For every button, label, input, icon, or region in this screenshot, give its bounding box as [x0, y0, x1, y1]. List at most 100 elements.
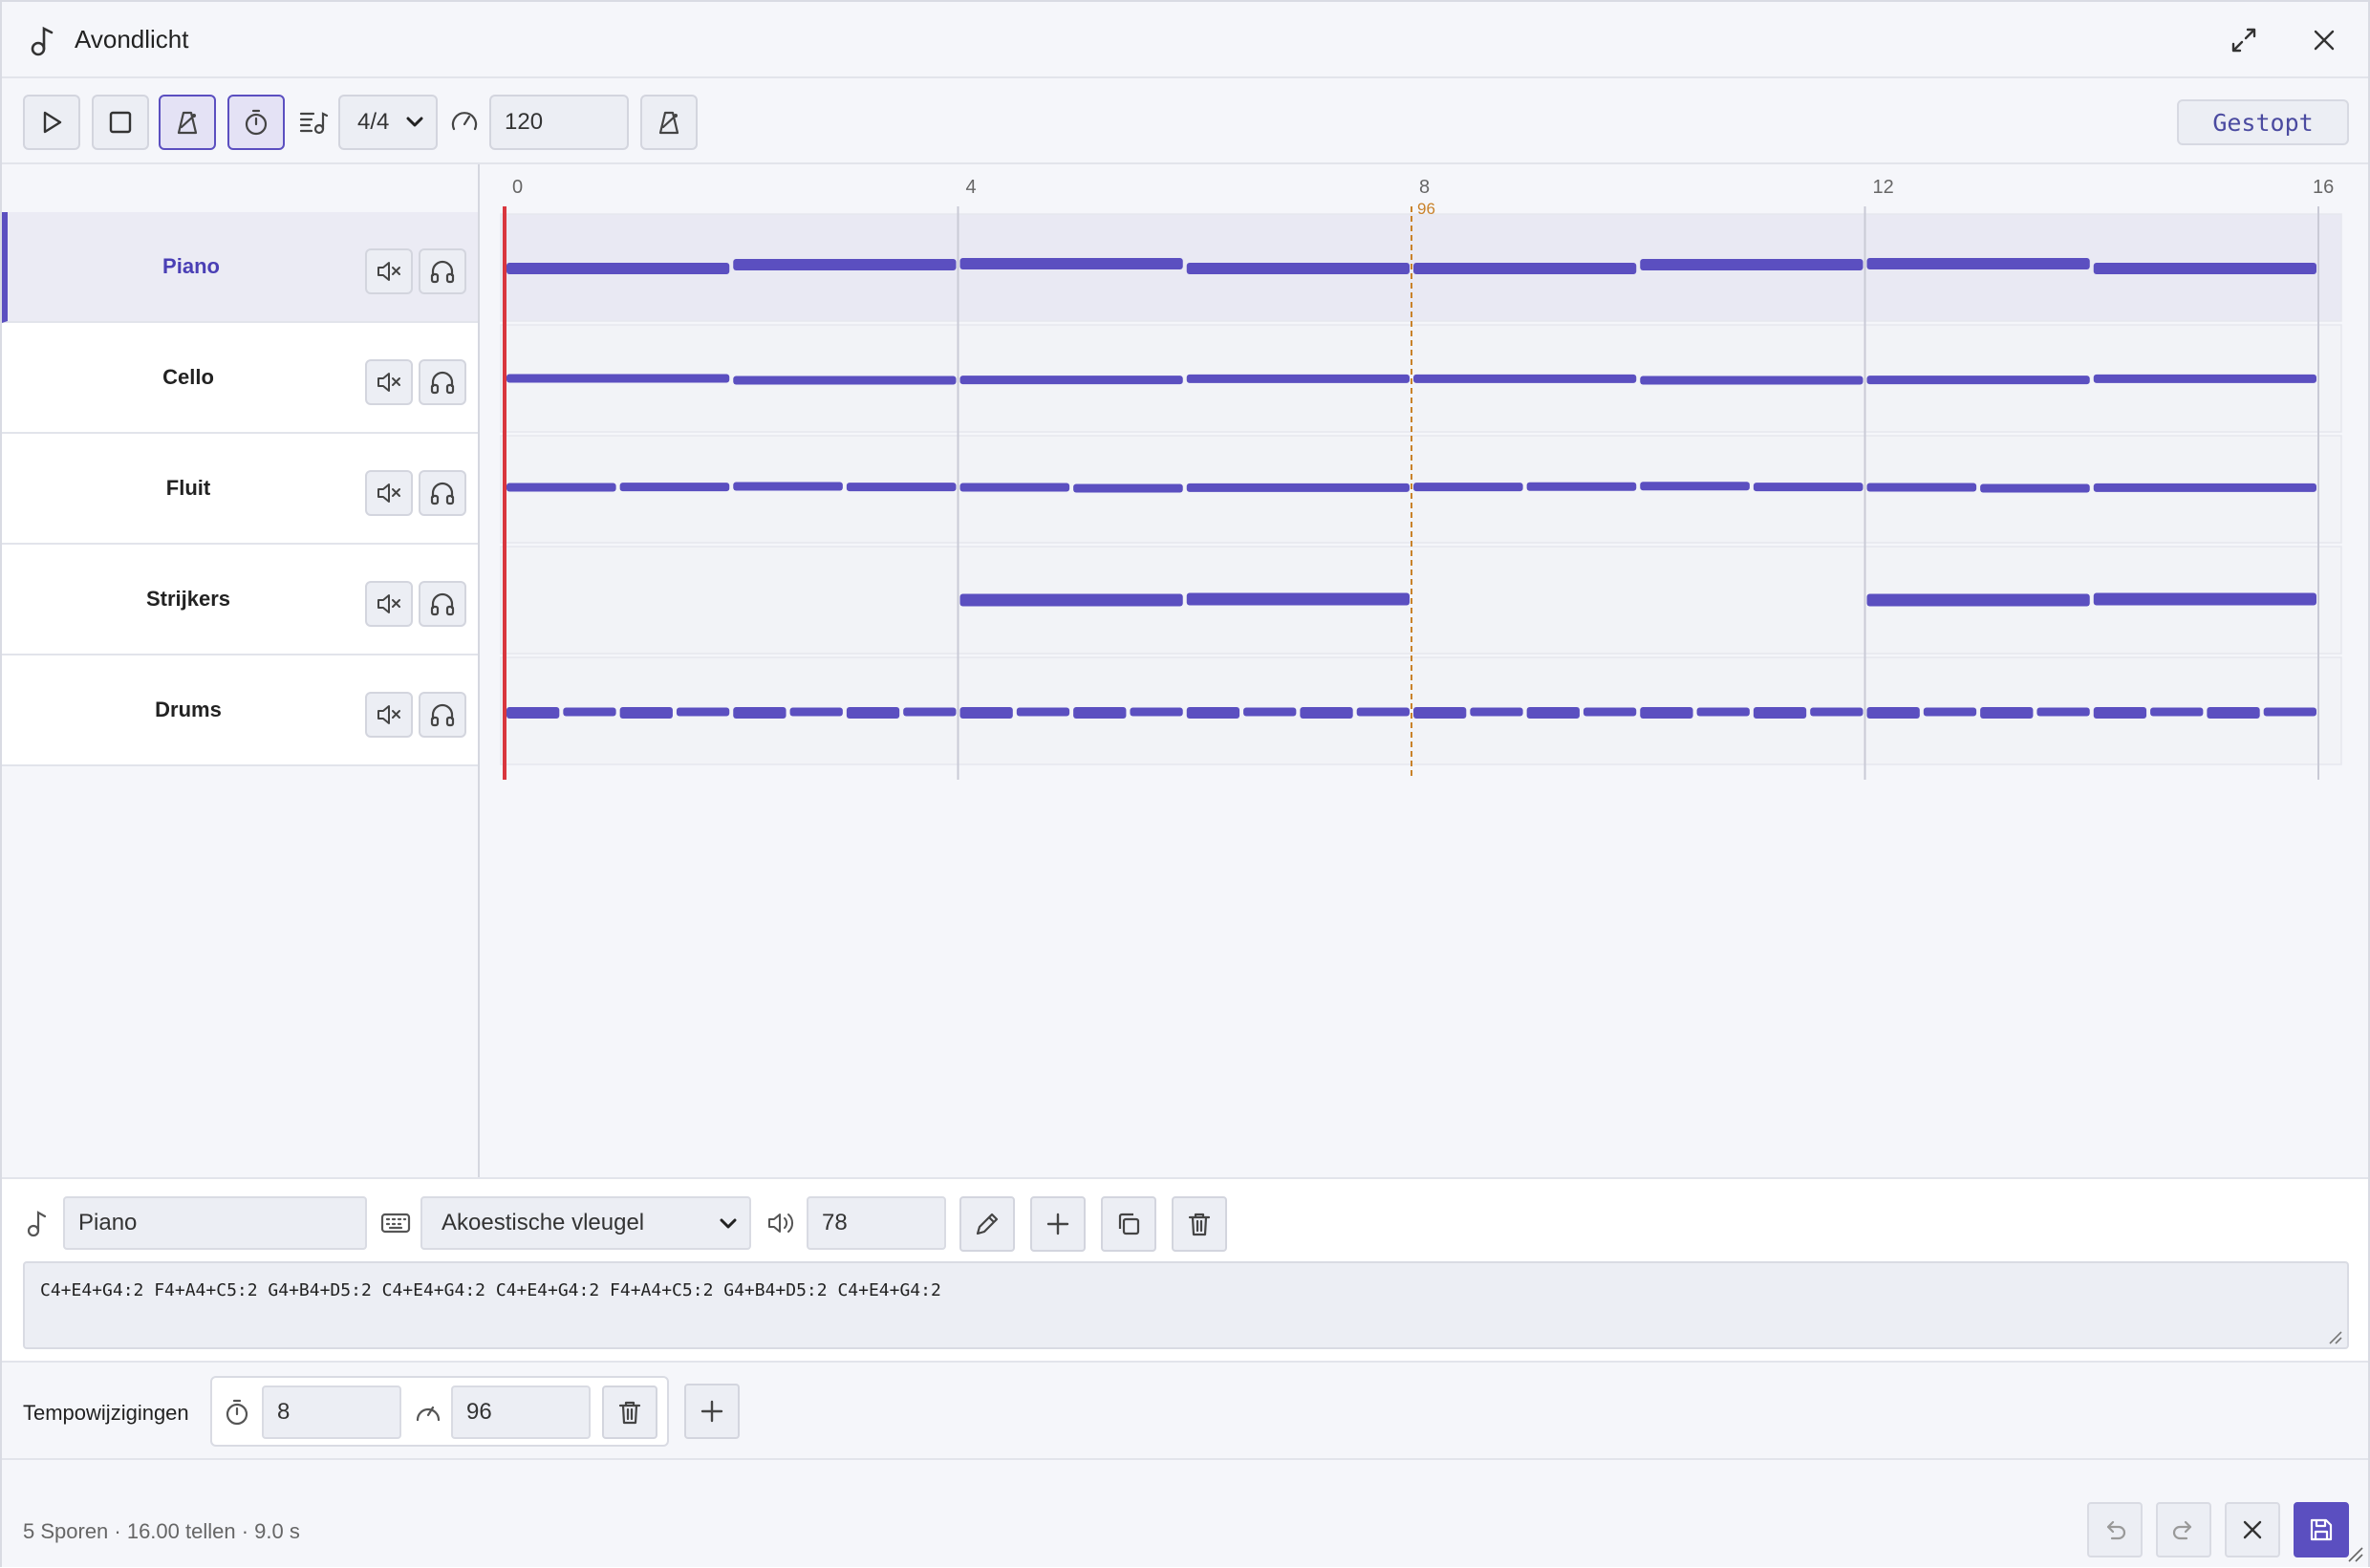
track-editor: Piano Akoestische vleugel 78 C4+E4+G4:2 …: [2, 1177, 2368, 1361]
redo-button[interactable]: [2156, 1502, 2211, 1557]
timeline[interactable]: 0 4 8 12 16 96: [482, 164, 2368, 1177]
footer: 5 Sporen · 16.00 tellen · 9.0 s: [2, 1493, 2368, 1567]
track-row-piano[interactable]: Piano: [2, 212, 478, 323]
track-row-drums[interactable]: Drums: [2, 655, 478, 766]
save-button[interactable]: [2294, 1502, 2349, 1557]
track-name: Drums: [155, 698, 222, 721]
note-clip: [1866, 258, 2090, 269]
note-clip: [1866, 483, 1977, 492]
note-clip: [2093, 263, 2316, 274]
volume-icon: [763, 1204, 801, 1242]
note-clip: [506, 483, 616, 492]
volume-input[interactable]: 78: [807, 1196, 946, 1250]
note-clip: [2150, 707, 2204, 717]
note-clip: [959, 707, 1013, 719]
note-clip: [733, 482, 843, 491]
tempo-change-bpm-input[interactable]: 96: [451, 1385, 591, 1439]
playback-status-badge: Gestopt: [2177, 99, 2349, 145]
delete-track-button[interactable]: [1172, 1196, 1227, 1252]
note-clip: [903, 707, 957, 717]
add-track-button[interactable]: [1030, 1196, 1086, 1252]
track-row-cello[interactable]: Cello: [2, 323, 478, 434]
chevron-down-icon: [717, 1212, 740, 1241]
note-clip: [2093, 707, 2147, 719]
stop-button[interactable]: [92, 95, 149, 150]
note-clip: [2093, 374, 2316, 383]
note-clip: [1356, 707, 1410, 717]
note-clip: [959, 483, 1070, 492]
undo-button[interactable]: [2087, 1502, 2143, 1557]
note-clip: [1753, 707, 1807, 719]
note-clip: [506, 707, 560, 719]
note-clip: [1583, 707, 1637, 717]
note-clip: [1526, 482, 1637, 491]
duplicate-track-button[interactable]: [1101, 1196, 1156, 1252]
delete-tempo-change-button[interactable]: [602, 1385, 657, 1439]
headphones-icon: [430, 592, 455, 616]
note-clip: [1186, 592, 1410, 606]
mute-button[interactable]: [365, 692, 413, 738]
track-row-fluit[interactable]: Fluit: [2, 434, 478, 545]
note-clip: [1016, 707, 1070, 717]
metronome-settings-button[interactable]: [640, 95, 698, 150]
metronome-toggle[interactable]: [159, 95, 216, 150]
pencil-icon: [976, 1213, 999, 1235]
window-title: Avondlicht: [75, 25, 189, 54]
mute-button[interactable]: [365, 470, 413, 516]
note-clip: [619, 483, 730, 492]
play-button[interactable]: [23, 95, 80, 150]
headphones-icon: [430, 260, 455, 284]
cancel-button[interactable]: [2225, 1502, 2280, 1557]
timeline-canvas[interactable]: 0 4 8 12 16 96: [482, 164, 2368, 1177]
solo-button[interactable]: [419, 581, 466, 627]
instrument-select[interactable]: Akoestische vleugel: [420, 1196, 751, 1250]
mute-button[interactable]: [365, 581, 413, 627]
window-resize-grip-icon[interactable]: [2345, 1544, 2364, 1568]
mute-button[interactable]: [365, 359, 413, 405]
edit-button[interactable]: [959, 1196, 1015, 1252]
resize-handle-icon[interactable]: [2326, 1328, 2343, 1350]
note-clip: [506, 374, 730, 383]
note-clip: [1866, 593, 2090, 607]
count-in-toggle[interactable]: [227, 95, 285, 150]
solo-button[interactable]: [419, 470, 466, 516]
note-clip: [1186, 483, 1410, 492]
track-row-strijkers[interactable]: Strijkers: [2, 545, 478, 655]
note-clip: [1470, 707, 1523, 717]
tempo-changes-label: Tempowijzigingen: [23, 1401, 189, 1425]
note-clip: [1923, 707, 1977, 717]
ruler-label: 16: [2313, 177, 2334, 198]
solo-button[interactable]: [419, 248, 466, 294]
tempo-input[interactable]: 120: [489, 95, 629, 150]
add-tempo-change-button[interactable]: [684, 1384, 740, 1439]
ruler-label: 12: [1873, 177, 1894, 198]
timer-icon: [218, 1393, 256, 1431]
plus-icon: [1046, 1213, 1069, 1235]
mute-button[interactable]: [365, 248, 413, 294]
track-name-input[interactable]: Piano: [63, 1196, 367, 1250]
note-clip: [733, 376, 957, 385]
tempo-change-beat-input[interactable]: 8: [262, 1385, 401, 1439]
headphones-icon: [430, 371, 455, 395]
stop-icon: [109, 111, 132, 134]
solo-button[interactable]: [419, 692, 466, 738]
ruler-label: 4: [966, 177, 977, 198]
notes-textarea[interactable]: C4+E4+G4:2 F4+A4+C5:2 G4+B4+D5:2 C4+E4+G…: [23, 1261, 2349, 1349]
note-clip: [1243, 707, 1297, 717]
note-clip: [1130, 707, 1183, 717]
note-clip: [733, 259, 957, 270]
note-clip: [1810, 707, 1864, 717]
solo-button[interactable]: [419, 359, 466, 405]
time-signature-select[interactable]: 4/4: [338, 95, 438, 150]
close-window-icon[interactable]: [2303, 19, 2345, 61]
maximize-icon[interactable]: [2223, 19, 2265, 61]
ruler-label: 0: [512, 177, 523, 198]
timer-icon: [245, 109, 268, 136]
headphones-icon: [430, 703, 455, 727]
note-clip: [1696, 707, 1750, 717]
note-clip: [1413, 263, 1637, 274]
note-clip: [563, 707, 616, 717]
note-clip: [506, 263, 730, 274]
music-note-icon: [19, 1204, 57, 1242]
note-clip: [1980, 707, 2034, 719]
